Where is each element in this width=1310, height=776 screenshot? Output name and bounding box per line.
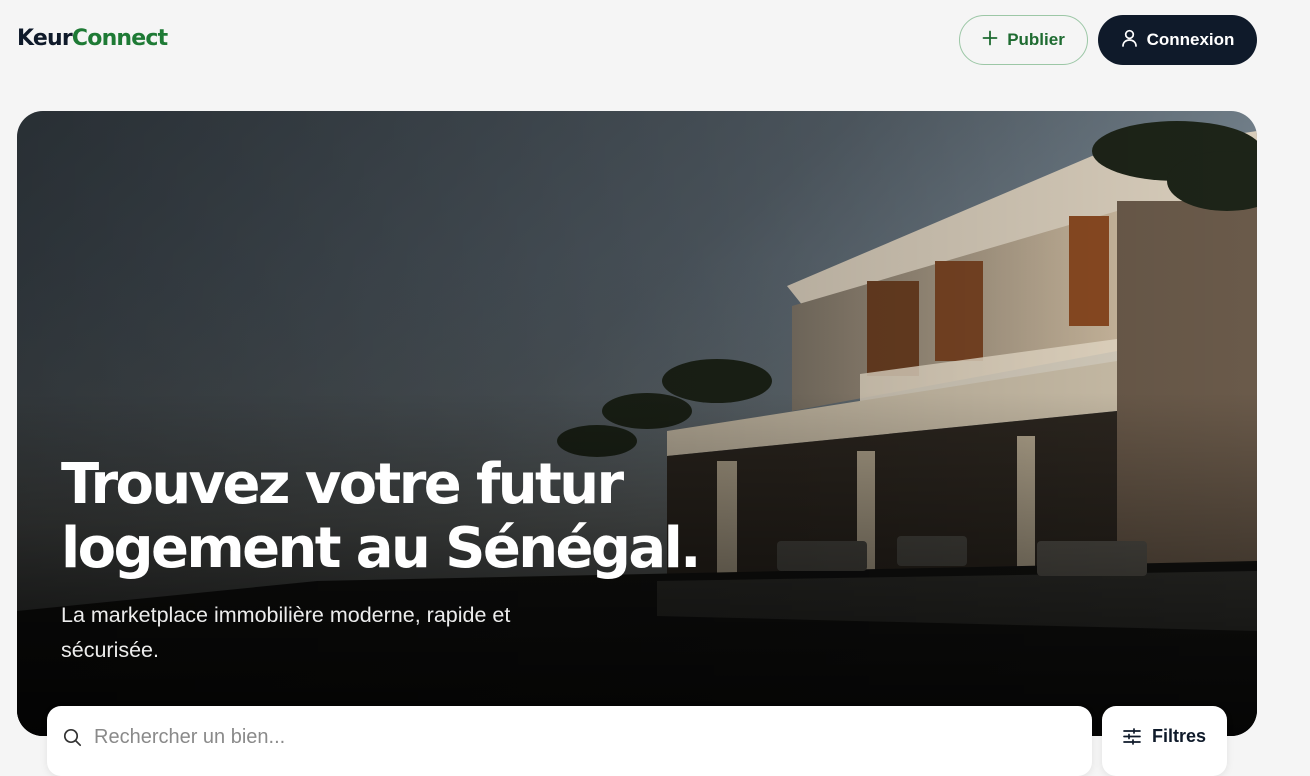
logo[interactable]: KeurConnect xyxy=(17,26,168,51)
hero-banner: Trouvez votre futur logement au Sénégal.… xyxy=(17,111,1257,736)
hero-subtitle: La marketplace immobilière moderne, rapi… xyxy=(61,603,511,662)
user-icon xyxy=(1121,29,1138,52)
hero-title-line2: logement au Sénégal. xyxy=(61,516,701,581)
sliders-icon xyxy=(1123,728,1141,750)
logo-text-part2: Connect xyxy=(71,26,168,51)
publish-button[interactable]: Publier xyxy=(959,15,1088,65)
login-button[interactable]: Connexion xyxy=(1098,15,1257,65)
filters-button[interactable]: Filtres xyxy=(1102,706,1227,776)
hero-title-line1: Trouvez votre futur xyxy=(61,452,624,517)
search-bar xyxy=(47,706,1092,776)
plus-icon xyxy=(982,30,998,51)
hero-title: Trouvez votre futur logement au Sénégal. xyxy=(61,453,821,581)
login-button-label: Connexion xyxy=(1146,30,1235,49)
logo-text-part1: Keur xyxy=(17,26,73,51)
site-header: KeurConnect Publier Connexion xyxy=(0,0,1310,82)
search-icon xyxy=(63,728,82,752)
publish-button-label: Publier xyxy=(1007,30,1065,49)
filters-button-label: Filtres xyxy=(1151,726,1207,746)
search-input[interactable] xyxy=(94,724,994,750)
